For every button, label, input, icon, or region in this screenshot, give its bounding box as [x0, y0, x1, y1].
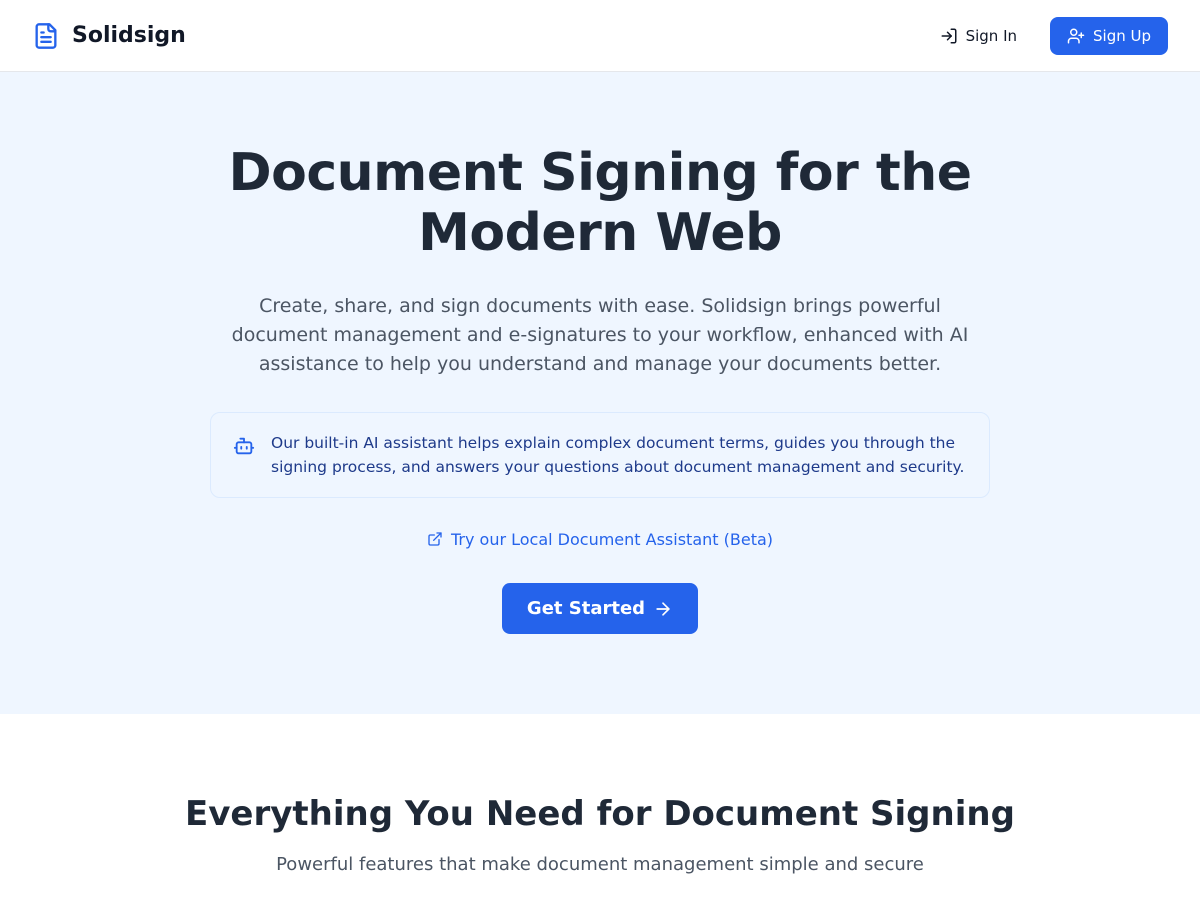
sign-up-button[interactable]: Sign Up	[1050, 17, 1168, 55]
bot-icon	[233, 435, 255, 457]
hero-title: Document Signing for the Modern Web	[120, 144, 1080, 264]
features-section: Everything You Need for Document Signing…	[0, 714, 1200, 915]
sign-up-label: Sign Up	[1093, 27, 1151, 45]
assistant-link-label: Try our Local Document Assistant (Beta)	[451, 530, 773, 549]
features-title: Everything You Need for Document Signing	[32, 794, 1168, 834]
header-actions: Sign In Sign Up	[923, 17, 1168, 55]
get-started-button[interactable]: Get Started	[502, 583, 698, 634]
arrow-right-icon	[653, 599, 673, 619]
ai-callout: Our built-in AI assistant helps explain …	[210, 412, 990, 498]
user-plus-icon	[1067, 27, 1085, 45]
header: Solidsign Sign In Sign Up	[0, 0, 1200, 72]
assistant-link[interactable]: Try our Local Document Assistant (Beta)	[427, 530, 773, 549]
sign-in-button[interactable]: Sign In	[923, 17, 1034, 55]
brand[interactable]: Solidsign	[32, 22, 186, 50]
get-started-label: Get Started	[527, 598, 645, 619]
external-link-icon	[427, 531, 443, 547]
brand-name: Solidsign	[72, 23, 186, 48]
log-in-icon	[940, 27, 958, 45]
file-text-icon	[32, 22, 60, 50]
hero-section: Document Signing for the Modern Web Crea…	[0, 72, 1200, 714]
sign-in-label: Sign In	[966, 27, 1017, 45]
hero-subtitle: Create, share, and sign documents with e…	[210, 292, 990, 380]
ai-callout-text: Our built-in AI assistant helps explain …	[271, 431, 967, 479]
features-subtitle: Powerful features that make document man…	[32, 854, 1168, 875]
